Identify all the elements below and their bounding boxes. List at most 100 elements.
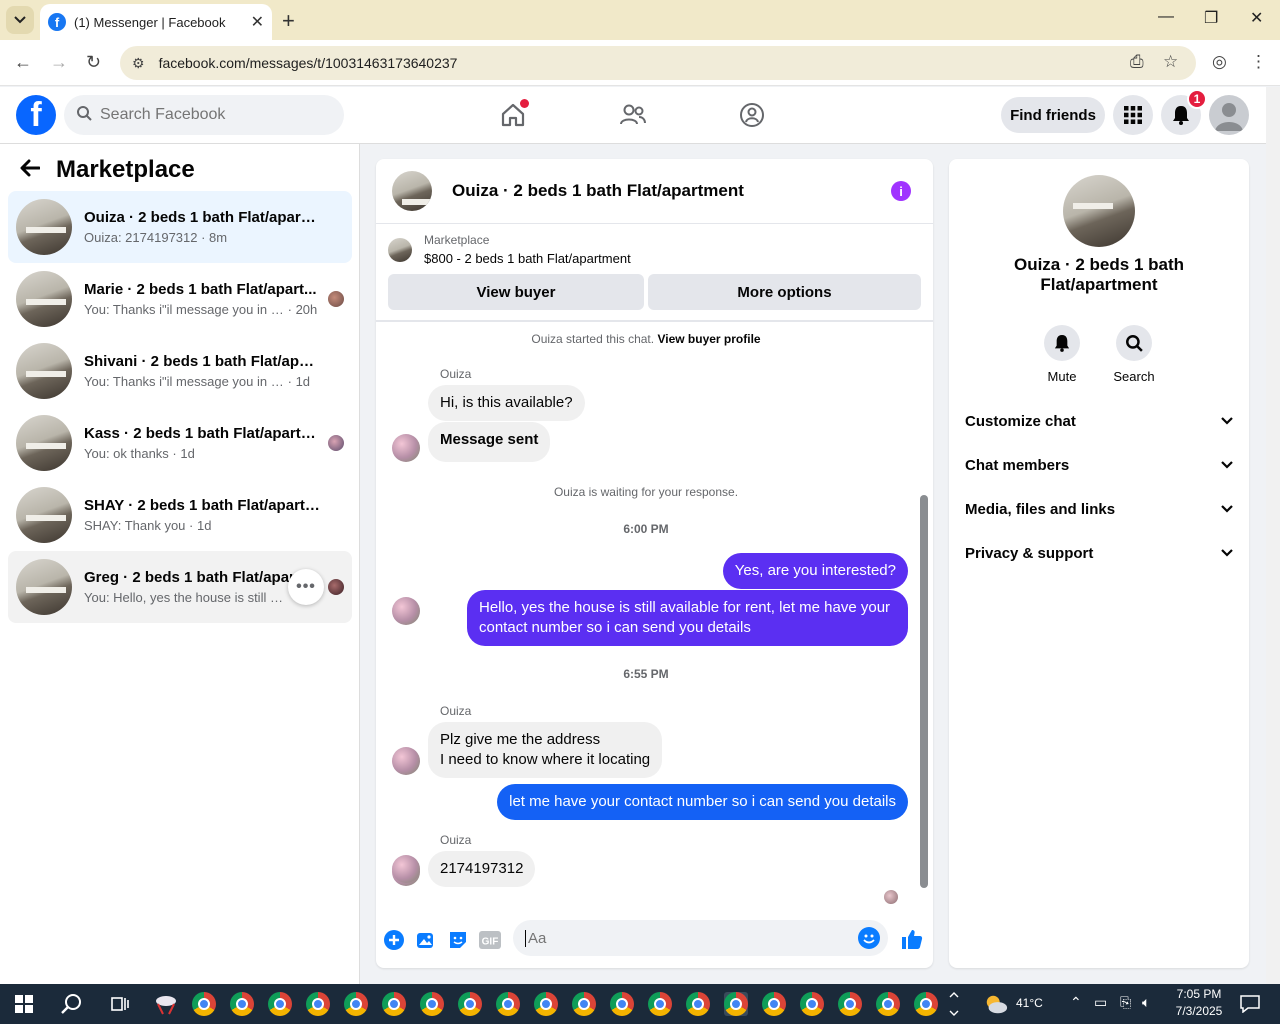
find-friends-button[interactable]: Find friends (1001, 97, 1105, 133)
chat-title[interactable]: Ouiza · 2 beds 1 bath Flat/apartment (452, 181, 744, 201)
conversation-item[interactable]: Greg · 2 beds 1 bath Flat/apart You: Hel… (8, 551, 352, 623)
page-scrollbar[interactable] (1266, 87, 1280, 984)
conversation-item[interactable]: Ouiza · 2 beds 1 bath Flat/apartment Oui… (8, 191, 352, 263)
view-buyer-button[interactable]: View buyer (388, 274, 644, 310)
close-window-icon[interactable]: ✕ (1250, 8, 1263, 28)
browser-tab[interactable]: f (1) Messenger | Facebook ✕ (40, 4, 272, 40)
chrome-icon[interactable] (230, 992, 254, 1016)
chrome-icon[interactable] (686, 992, 710, 1016)
network-icon[interactable]: ▭ (1094, 994, 1107, 1011)
taskbar-search-icon[interactable] (60, 992, 84, 1016)
chrome-icon[interactable] (534, 992, 558, 1016)
back-arrow-icon[interactable] (20, 156, 41, 184)
sticker-icon[interactable] (447, 929, 469, 951)
weather-icon[interactable] (984, 992, 1008, 1016)
gif-icon[interactable]: GIF (479, 929, 501, 951)
menu-grid-button[interactable] (1113, 95, 1153, 135)
chrome-icon[interactable] (610, 992, 634, 1016)
chat-avatar[interactable] (392, 171, 432, 211)
facebook-search-box[interactable] (64, 95, 344, 135)
install-app-icon[interactable]: ⎙ (1130, 52, 1144, 72)
notifications-button[interactable]: 1 (1161, 89, 1207, 135)
outgoing-message[interactable]: Hello, yes the house is still available … (467, 590, 908, 646)
view-buyer-profile-link[interactable]: View buyer profile (657, 332, 760, 346)
chrome-icon[interactable] (192, 992, 216, 1016)
groups-nav-icon[interactable] (738, 101, 766, 129)
account-avatar[interactable] (1209, 95, 1249, 135)
chrome-icon[interactable] (876, 992, 900, 1016)
more-options-button[interactable]: More options (648, 274, 921, 310)
chrome-icon[interactable] (382, 992, 406, 1016)
chat-members-row[interactable]: Chat members (965, 443, 1233, 487)
chrome-icon[interactable] (838, 992, 862, 1016)
forward-icon[interactable]: → (50, 52, 68, 73)
details-avatar[interactable] (1063, 175, 1135, 247)
minimize-icon[interactable]: — (1158, 8, 1174, 26)
outgoing-message[interactable]: let me have your contact number so i can… (497, 784, 908, 820)
chrome-icon[interactable] (648, 992, 672, 1016)
clock[interactable]: 7:05 PM 7/3/2025 (1166, 987, 1232, 1018)
chrome-icon-active[interactable] (724, 992, 748, 1016)
bookmark-star-icon[interactable]: ☆ (1163, 52, 1178, 72)
profile-icon[interactable]: ◎ (1212, 52, 1227, 72)
conversation-item[interactable]: Kass · 2 beds 1 bath Flat/apartm... You:… (8, 407, 352, 479)
taskbar-scroll-icon[interactable] (946, 992, 962, 1016)
scrollbar-thumb[interactable] (920, 495, 928, 888)
incoming-message[interactable]: Hi, is this available? (428, 385, 585, 421)
incoming-message[interactable]: Plz give me the address I need to know w… (428, 722, 663, 778)
conversation-item[interactable]: Shivani · 2 beds 1 bath Flat/apartm... Y… (8, 335, 352, 407)
chrome-icon[interactable] (268, 992, 292, 1016)
sender-avatar[interactable] (392, 855, 420, 883)
chrome-icon[interactable] (572, 992, 596, 1016)
privacy-support-row[interactable]: Privacy & support (965, 531, 1233, 575)
message-input-box[interactable] (513, 920, 888, 956)
meet-icon[interactable]: ⎘ (1120, 994, 1131, 1011)
mute-button[interactable]: Mute (1032, 325, 1092, 384)
chrome-icon[interactable] (420, 992, 444, 1016)
sender-avatar[interactable] (392, 597, 420, 625)
back-icon[interactable]: ← (14, 52, 32, 73)
friends-nav-icon[interactable] (619, 101, 647, 129)
site-info-icon[interactable]: ⚙ (132, 55, 145, 72)
chat-scrollbar[interactable] (917, 322, 931, 902)
message-input[interactable] (525, 929, 845, 947)
media-files-links-row[interactable]: Media, files and links (965, 487, 1233, 531)
conversation-item[interactable]: SHAY · 2 beds 1 bath Flat/apartment SHAY… (8, 479, 352, 551)
home-nav-icon[interactable] (499, 99, 529, 129)
chrome-icon[interactable] (344, 992, 368, 1016)
outgoing-message[interactable]: Yes, are you interested? (722, 553, 908, 589)
search-input[interactable] (100, 106, 320, 124)
url-field[interactable]: ⚙ facebook.com/messages/t/10031463173640… (120, 46, 1196, 80)
chrome-icon[interactable] (762, 992, 786, 1016)
chrome-icon[interactable] (306, 992, 330, 1016)
reload-icon[interactable]: ↻ (86, 52, 101, 73)
chrome-icon[interactable] (458, 992, 482, 1016)
sender-avatar[interactable] (392, 434, 420, 462)
chrome-icon[interactable] (496, 992, 520, 1016)
add-attachment-icon[interactable] (383, 929, 405, 951)
conversation-item[interactable]: Marie · 2 beds 1 bath Flat/apart... You:… (8, 263, 352, 335)
tab-search-button[interactable] (6, 6, 34, 34)
search-in-chat-button[interactable]: Search (1104, 325, 1164, 384)
emoji-icon[interactable] (858, 927, 880, 949)
restore-icon[interactable]: ❐ (1204, 8, 1218, 28)
close-tab-icon[interactable]: ✕ (251, 12, 264, 32)
customize-chat-row[interactable]: Customize chat (965, 399, 1233, 443)
taskbar-app-icon[interactable] (154, 992, 178, 1016)
chrome-icon[interactable] (914, 992, 938, 1016)
photo-icon[interactable] (415, 929, 437, 951)
tray-expand-icon[interactable]: ⌃ (1070, 994, 1082, 1011)
new-tab-icon[interactable]: + (282, 8, 295, 34)
info-icon[interactable]: i (891, 181, 911, 201)
sender-avatar[interactable] (392, 747, 420, 775)
conversation-more-button[interactable]: ••• (288, 569, 324, 605)
windows-start-icon[interactable] (12, 992, 36, 1016)
action-center-icon[interactable] (1238, 992, 1262, 1016)
browser-menu-icon[interactable]: ⋮ (1250, 52, 1267, 72)
volume-icon[interactable]: 🔈︎ (1142, 994, 1150, 1011)
chrome-icon[interactable] (800, 992, 824, 1016)
task-view-icon[interactable] (108, 992, 132, 1016)
incoming-message[interactable]: Message sent (428, 422, 551, 462)
incoming-message[interactable]: 2174197312 (428, 851, 536, 887)
facebook-logo-icon[interactable]: f (16, 95, 56, 135)
